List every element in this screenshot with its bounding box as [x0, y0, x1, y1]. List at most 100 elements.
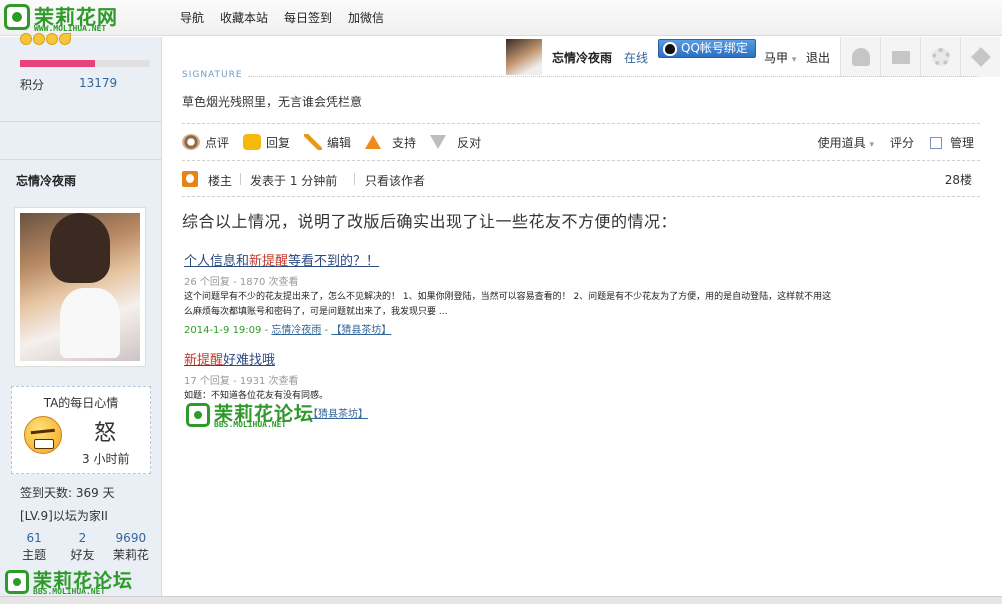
nav-wechat-link[interactable]: 加微信 — [348, 9, 384, 26]
stat-flowers[interactable]: 9690 茉莉花 — [107, 531, 155, 563]
oppose-button[interactable]: 反对 — [430, 132, 481, 152]
online-status[interactable]: 在线 — [624, 49, 648, 66]
stat-number: 2 — [78, 531, 87, 545]
only-author-link[interactable]: 只看该作者 — [365, 172, 425, 189]
post-meta-row: 楼主 发表于 1 分钟前 只看该作者 28楼 — [182, 171, 980, 189]
nav-links: 导航 收藏本站 每日签到 加微信 — [180, 9, 384, 26]
score-label: 积分 — [20, 78, 45, 92]
oppose-label: 反对 — [457, 135, 482, 150]
mail-icon — [892, 51, 910, 64]
smiley-icon — [46, 33, 58, 45]
avatar-image — [20, 213, 140, 361]
stat-label: 茉莉花 — [112, 548, 149, 562]
post-admin-tools: 使用道具 ▾ 评分 管理 — [818, 134, 974, 151]
floor-number[interactable]: 28楼 — [945, 171, 972, 188]
stat-threads[interactable]: 61 主题 — [10, 531, 58, 563]
quoted-thread-title[interactable]: 个人信息和新提醒等看不到的？！ — [184, 250, 844, 269]
qq-icon — [663, 42, 677, 56]
quoted-thread-title[interactable]: 新提醒好难找哦 — [184, 349, 844, 368]
site-logo[interactable]: 茉莉花网 WWW.MOLIHUA.NET — [4, 3, 136, 33]
title-highlight: 新提醒 — [249, 254, 289, 269]
title-part: 个人信息和 — [184, 254, 250, 269]
user-level: [LV.9]以坛为家II — [20, 509, 108, 523]
oppose-icon — [430, 135, 447, 149]
logo-mark-icon — [4, 4, 30, 30]
use-tools-menu[interactable]: 使用道具 ▾ — [818, 134, 874, 151]
score-row: 积分 13179 — [20, 76, 140, 93]
reply-button[interactable]: 回复 — [243, 132, 290, 152]
author-avatar[interactable] — [14, 207, 146, 367]
rate-icon — [182, 134, 200, 150]
title-part: 好难找哦 — [223, 353, 276, 368]
move-icon — [971, 47, 991, 67]
support-button[interactable]: 支持 — [365, 132, 416, 152]
signature-divider — [248, 76, 978, 77]
thread-date: 2014-1-9 19:09 — [184, 325, 262, 336]
score-rate-link[interactable]: 评分 — [890, 134, 914, 151]
sign-days: 签到天数: 369 天 — [20, 486, 115, 500]
author-stats: 61 主题 2 好友 9690 茉莉花 — [10, 531, 155, 563]
edit-icon — [304, 134, 323, 150]
edit-button[interactable]: 编辑 — [304, 132, 351, 152]
settings-tool-button[interactable] — [920, 37, 960, 77]
alt-account-menu[interactable]: 马甲 ▾ — [764, 49, 796, 66]
watermark-logo-icon — [186, 403, 210, 427]
logo-subtitle: WWW.MOLIHUA.NET — [34, 24, 107, 33]
current-user-name[interactable]: 忘情冷夜雨 — [552, 49, 612, 66]
nav-bookmark-link[interactable]: 收藏本站 — [220, 9, 268, 26]
mood-time: 3 小时前 — [82, 452, 130, 466]
watermark-subtitle: BBS.MOLIHUA.NET — [214, 420, 287, 429]
divider — [182, 123, 980, 124]
thread-stats: 26 个回复 - 1870 次查看 — [184, 277, 299, 288]
current-user-avatar[interactable] — [506, 39, 542, 75]
divider — [182, 196, 980, 197]
qq-bind-button[interactable]: QQ帐号绑定 — [658, 39, 756, 58]
thread-forum-link[interactable]: 【猜县茶坊】 — [331, 325, 391, 336]
score-progress-bar — [20, 60, 150, 67]
nav-checkin-link[interactable]: 每日签到 — [284, 9, 332, 26]
thread-footer: 2014-1-9 19:09 - 忘情冷夜雨 - 【猜县茶坊】 — [184, 325, 392, 336]
smiley-icon — [20, 33, 32, 45]
divider — [0, 159, 162, 160]
thread-author-link[interactable]: 忘情冷夜雨 — [271, 325, 321, 336]
thread-owner-icon — [182, 171, 198, 187]
author-sidebar: 积分 13179 忘情冷夜雨 TA的每日心情 怒 3 小时前 签到天数: 369… — [0, 33, 162, 604]
score-progress-fill — [20, 60, 96, 67]
reply-label: 回复 — [266, 135, 291, 150]
stat-label: 好友 — [70, 548, 95, 562]
post-time: 发表于 1 分钟前 — [250, 174, 338, 188]
stat-number: 9690 — [115, 531, 147, 545]
post-actions: 点评 回复 编辑 支持 反对 — [182, 132, 495, 152]
moon-icon — [59, 33, 71, 45]
nav-guide-link[interactable]: 导航 — [180, 9, 204, 26]
chevron-down-icon: ▾ — [791, 55, 797, 65]
quoted-thread: 个人信息和新提醒等看不到的？！ 26 个回复 - 1870 次查看 这个问题早有… — [184, 250, 844, 336]
signature-label: SIGNATURE — [182, 70, 243, 80]
bottom-toolbar — [0, 596, 1002, 604]
alt-account-label: 马甲 — [764, 51, 789, 65]
stat-friends[interactable]: 2 好友 — [58, 531, 106, 563]
author-name[interactable]: 忘情冷夜雨 — [16, 172, 76, 189]
divider — [0, 121, 162, 122]
post-body-heading: 综合以上情况，说明了改版后确实出现了让一些花友不方便的情况： — [182, 212, 678, 231]
mood-title: TA的每日心情 — [43, 396, 119, 410]
separator — [240, 173, 241, 185]
watermark-subtitle: BBS.MOLIHUA.NET — [33, 587, 106, 596]
logout-link[interactable]: 退出 — [806, 49, 830, 66]
daily-mood-box: TA的每日心情 怒 3 小时前 — [11, 386, 151, 474]
profile-tool-button[interactable] — [840, 37, 880, 77]
thread-forum-link[interactable]: 【猜县茶坊】 — [308, 409, 368, 420]
angry-face-icon — [24, 416, 62, 454]
stat-label: 主题 — [22, 548, 47, 562]
rate-button[interactable]: 点评 — [182, 132, 229, 152]
gear-icon — [932, 48, 950, 66]
score-value[interactable]: 13179 — [79, 76, 117, 90]
use-tools-label: 使用道具 — [817, 136, 866, 150]
watermark-logo-icon — [5, 570, 29, 594]
smiley-icon — [33, 33, 45, 45]
manage-checkbox[interactable]: 管理 — [929, 134, 974, 151]
top-navbar: 茉莉花网 WWW.MOLIHUA.NET 导航 收藏本站 每日签到 加微信 — [0, 0, 1002, 36]
messages-tool-button[interactable] — [880, 37, 920, 77]
move-tool-button[interactable] — [960, 37, 1000, 77]
user-toolbar: 忘情冷夜雨 在线 QQ帐号绑定 马甲 ▾ 退出 — [506, 37, 1002, 77]
